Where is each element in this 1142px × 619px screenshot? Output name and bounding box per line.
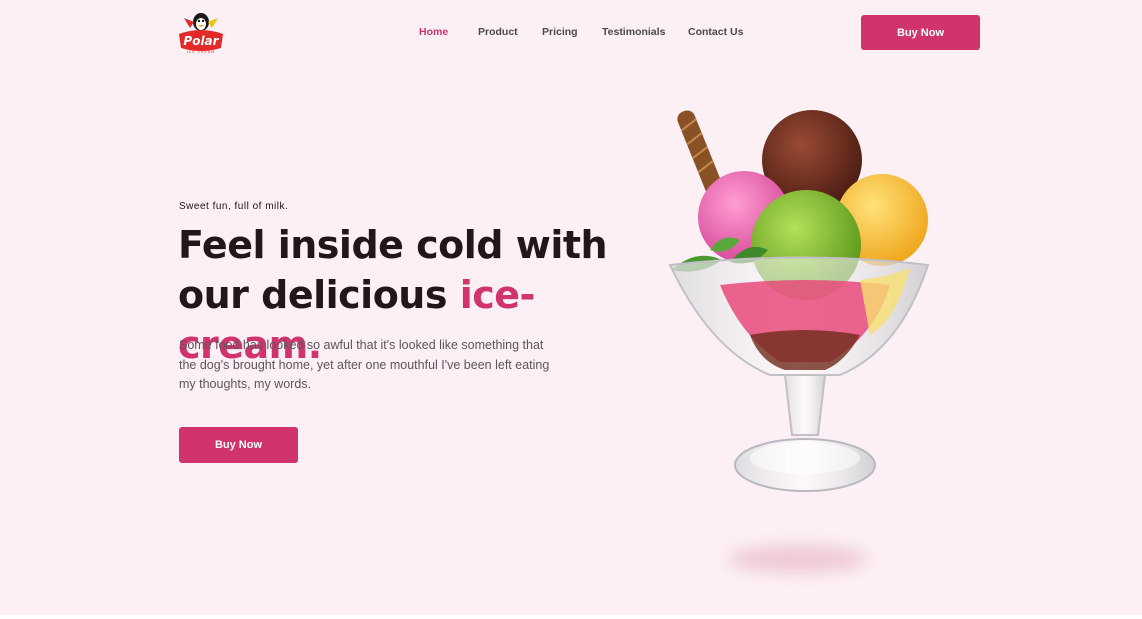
nav-pricing[interactable]: Pricing xyxy=(542,26,578,38)
headline-line-2: our delicious xyxy=(178,273,460,317)
nav-home[interactable]: Home xyxy=(419,26,448,38)
page-bottom-divider xyxy=(0,615,1142,619)
hero-description: Some food has looked so awful that it's … xyxy=(179,338,550,391)
header-buy-now-button[interactable]: Buy Now xyxy=(861,15,980,50)
ice-cream-sundae-image xyxy=(668,110,930,492)
sundae-shadow xyxy=(728,545,868,573)
landing-page: Polar ICE CREAM Home Product Pricing Tes… xyxy=(0,0,1142,619)
nav-contact-us[interactable]: Contact Us xyxy=(688,26,743,38)
headline-line-1: Feel inside cold with xyxy=(178,223,608,267)
hero-tagline: Sweet fun, full of milk. xyxy=(179,201,289,212)
nav-testimonials[interactable]: Testimonials xyxy=(602,26,665,38)
logo-subtext: ICE CREAM xyxy=(187,50,215,54)
logo-text: Polar xyxy=(183,34,219,48)
nav-product[interactable]: Product xyxy=(478,26,518,38)
penguin-logo-icon[interactable]: Polar ICE CREAM xyxy=(176,10,226,54)
hero-buy-now-button[interactable]: Buy Now xyxy=(179,427,298,463)
